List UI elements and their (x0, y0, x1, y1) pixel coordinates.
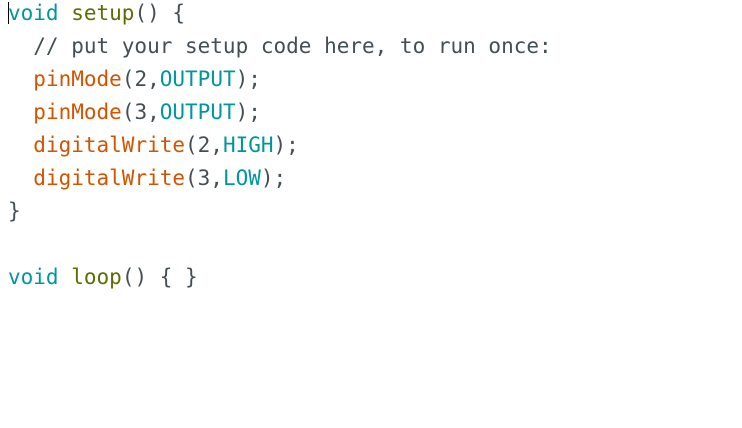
code-token: () { } (121, 265, 198, 289)
code-line[interactable]: } (8, 198, 738, 231)
code-token: ); (235, 100, 261, 124)
function-name-token: loop (71, 265, 122, 289)
code-line[interactable]: // put your setup code here, to run once… (8, 33, 738, 66)
code-line[interactable]: void loop() { } (8, 264, 738, 297)
code-token: (3, (185, 166, 223, 190)
code-token: (2, (185, 133, 223, 157)
code-line[interactable]: pinMode(3,OUTPUT); (8, 99, 738, 132)
code-token: ); (260, 166, 287, 190)
keyword-token: LOW (222, 166, 261, 190)
keyword-token: OUTPUT (159, 67, 236, 91)
code-line[interactable] (8, 231, 738, 264)
code-line[interactable]: digitalWrite(2,HIGH); (8, 132, 738, 165)
code-token: (3, (121, 100, 160, 124)
code-editor[interactable]: void setup() { // put your setup code he… (8, 0, 738, 428)
function-call-token: digitalWrite (33, 166, 186, 190)
code-lines[interactable]: void setup() { // put your setup code he… (8, 0, 738, 297)
code-line[interactable]: void setup() { (8, 0, 738, 33)
comment-token: // put your setup code here, to run once… (8, 34, 552, 58)
code-token: ); (273, 133, 299, 157)
function-name-token: setup (71, 1, 135, 25)
code-line[interactable]: pinMode(2,OUTPUT); (8, 66, 738, 99)
function-call-token: digitalWrite (33, 133, 186, 157)
code-token: () { (134, 1, 186, 25)
keyword-token: void (8, 265, 59, 289)
code-token: } (8, 199, 21, 223)
keyword-token: OUTPUT (159, 100, 236, 124)
text-caret (8, 2, 9, 24)
keyword-token: void (8, 1, 59, 25)
code-line[interactable]: digitalWrite(3,LOW); (8, 165, 738, 198)
keyword-token: HIGH (222, 133, 274, 157)
function-call-token: pinMode (33, 67, 122, 91)
function-call-token: pinMode (33, 100, 122, 124)
code-token: ); (235, 67, 261, 91)
code-token: (2, (121, 67, 160, 91)
